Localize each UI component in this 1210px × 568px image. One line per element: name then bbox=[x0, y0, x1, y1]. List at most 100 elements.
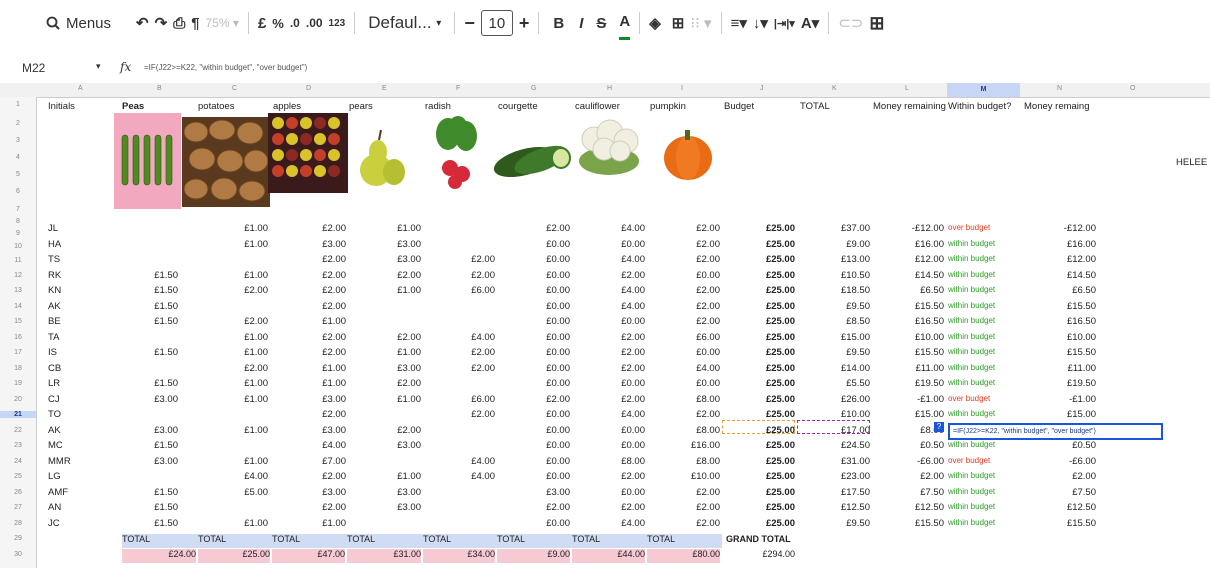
cell-cauliflower[interactable]: £8.00 bbox=[572, 456, 645, 467]
cell-pumpkin[interactable]: £2.00 bbox=[647, 239, 720, 250]
row-header[interactable]: 9 bbox=[0, 230, 36, 237]
cell-within-budget[interactable]: within budget bbox=[948, 254, 995, 263]
cell-within-budget[interactable]: over budget bbox=[948, 223, 990, 232]
cell-money-remaing[interactable]: £15.50 bbox=[1022, 301, 1096, 312]
cell-total[interactable]: £9.50 bbox=[797, 301, 870, 312]
cell-apples[interactable]: £2.00 bbox=[271, 502, 346, 513]
cell-courgette[interactable]: £3.00 bbox=[497, 487, 570, 498]
cell-money-remaing[interactable]: £15.50 bbox=[1022, 347, 1096, 358]
cell-initials[interactable]: KN bbox=[48, 285, 61, 296]
cell-courgette[interactable]: £0.00 bbox=[497, 456, 570, 467]
total-label[interactable]: TOTAL bbox=[497, 534, 572, 548]
total-label[interactable]: TOTAL bbox=[647, 534, 722, 548]
cell-within-budget[interactable]: over budget bbox=[948, 394, 990, 403]
cell-pumpkin[interactable]: £0.00 bbox=[647, 270, 720, 281]
cell-total[interactable]: £12.50 bbox=[797, 502, 870, 513]
redo-icon[interactable]: ↷ bbox=[155, 8, 168, 38]
cell-within-budget[interactable]: within budget bbox=[948, 363, 995, 372]
font-size-increase-button[interactable]: + bbox=[519, 8, 530, 38]
cell-money-remaing[interactable]: £7.50 bbox=[1022, 487, 1096, 498]
cell-total[interactable]: £23.00 bbox=[797, 471, 870, 482]
cell-budget[interactable]: £25.00 bbox=[722, 518, 795, 529]
cell-budget[interactable]: £25.00 bbox=[722, 285, 795, 296]
cell-radish[interactable]: £2.00 bbox=[423, 347, 495, 358]
row-header[interactable]: 12 bbox=[0, 272, 36, 279]
cell-potatoes[interactable]: £1.00 bbox=[196, 456, 268, 467]
cell-initials[interactable]: MC bbox=[48, 440, 63, 451]
cell-total[interactable]: £9.50 bbox=[797, 347, 870, 358]
cell-initials[interactable]: HA bbox=[48, 239, 61, 250]
column-header-b[interactable]: B bbox=[157, 85, 162, 92]
cell-cauliflower[interactable]: £0.00 bbox=[572, 378, 645, 389]
cell-cauliflower[interactable]: £0.00 bbox=[572, 425, 645, 436]
cell-budget[interactable]: £25.00 bbox=[722, 332, 795, 343]
row-header[interactable]: 18 bbox=[0, 365, 36, 372]
cell-radish[interactable]: £2.00 bbox=[423, 363, 495, 374]
row-header[interactable]: 11 bbox=[0, 257, 36, 264]
total-label[interactable]: TOTAL bbox=[198, 534, 272, 548]
cell-money-remaing[interactable]: £10.00 bbox=[1022, 332, 1096, 343]
cell-pears[interactable]: £2.00 bbox=[347, 270, 421, 281]
cell-budget[interactable]: £25.00 bbox=[722, 378, 795, 389]
cell-budget[interactable]: £25.00 bbox=[722, 254, 795, 265]
cell-money-remaing[interactable]: -£12.00 bbox=[1022, 223, 1096, 234]
cell-budget[interactable]: £25.00 bbox=[722, 316, 795, 327]
cell-initials[interactable]: LG bbox=[48, 471, 61, 482]
cell-pears[interactable]: £1.00 bbox=[347, 285, 421, 296]
cell-courgette[interactable]: £0.00 bbox=[497, 239, 570, 250]
header-pears[interactable]: pears bbox=[349, 101, 373, 112]
cell-peas[interactable]: £1.50 bbox=[120, 440, 178, 451]
cell-pumpkin[interactable]: £8.00 bbox=[647, 394, 720, 405]
row-header[interactable]: 7 bbox=[0, 206, 36, 213]
cell-potatoes[interactable]: £1.00 bbox=[196, 394, 268, 405]
total-label[interactable]: TOTAL bbox=[272, 534, 347, 548]
cell-courgette[interactable]: £0.00 bbox=[497, 378, 570, 389]
cell-cauliflower[interactable]: £4.00 bbox=[572, 301, 645, 312]
cell-budget[interactable]: £25.00 bbox=[722, 394, 795, 405]
cell-money-remaing[interactable]: £6.50 bbox=[1022, 285, 1096, 296]
cell-pears[interactable]: £2.00 bbox=[347, 425, 421, 436]
cell-apples[interactable]: £2.00 bbox=[271, 285, 346, 296]
header-money-remaining[interactable]: Money remaining bbox=[873, 101, 947, 112]
cell-potatoes[interactable]: £1.00 bbox=[196, 347, 268, 358]
cell-courgette[interactable]: £0.00 bbox=[497, 347, 570, 358]
cell-apples[interactable]: £3.00 bbox=[271, 394, 346, 405]
cell-courgette[interactable]: £0.00 bbox=[497, 440, 570, 451]
font-size-input[interactable]: 10 bbox=[480, 10, 513, 36]
row-header[interactable]: 8 bbox=[0, 218, 36, 225]
total-value-pears[interactable]: £31.00 bbox=[347, 549, 421, 563]
header-potatoes[interactable]: potatoes bbox=[198, 101, 234, 112]
paint-format-icon[interactable]: ¶ bbox=[191, 8, 199, 38]
cell-potatoes[interactable]: £1.00 bbox=[196, 332, 268, 343]
cell-peas[interactable]: £1.50 bbox=[120, 378, 178, 389]
cell-pears[interactable]: £1.00 bbox=[347, 223, 421, 234]
cell-money-remaing[interactable]: -£1.00 bbox=[1022, 394, 1096, 405]
cell-within-budget[interactable]: within budget bbox=[948, 285, 995, 294]
cell-courgette[interactable]: £0.00 bbox=[497, 254, 570, 265]
total-value-pumpkin[interactable]: £80.00 bbox=[647, 549, 720, 563]
cell-courgette[interactable]: £0.00 bbox=[497, 409, 570, 420]
zoom-select[interactable]: 75% ▾ bbox=[206, 8, 239, 38]
cell-courgette[interactable]: £2.00 bbox=[497, 394, 570, 405]
cell-pumpkin[interactable]: £10.00 bbox=[647, 471, 720, 482]
total-label[interactable]: TOTAL bbox=[572, 534, 647, 548]
cell-apples[interactable]: £2.00 bbox=[271, 347, 346, 358]
cell-money-remaining[interactable]: £12.50 bbox=[872, 502, 944, 513]
font-size-decrease-button[interactable]: − bbox=[464, 8, 475, 38]
cell-money-remaining[interactable]: £15.50 bbox=[872, 347, 944, 358]
row-header[interactable]: 5 bbox=[0, 171, 36, 178]
cell-initials[interactable]: CB bbox=[48, 363, 61, 374]
cell-total[interactable]: £9.50 bbox=[797, 518, 870, 529]
header-budget[interactable]: Budget bbox=[724, 101, 754, 112]
cell-money-remaing[interactable]: £16.00 bbox=[1022, 239, 1096, 250]
cell-money-remaing[interactable]: £2.00 bbox=[1022, 471, 1096, 482]
cell-pears[interactable]: £3.00 bbox=[347, 440, 421, 451]
cell-pears[interactable]: £2.00 bbox=[347, 332, 421, 343]
cell-cauliflower[interactable]: £4.00 bbox=[572, 254, 645, 265]
cell-apples[interactable]: £2.00 bbox=[271, 301, 346, 312]
cell-potatoes[interactable]: £2.00 bbox=[196, 285, 268, 296]
total-label[interactable]: TOTAL bbox=[122, 534, 198, 548]
cell-within-budget[interactable]: within budget bbox=[948, 440, 995, 449]
cell-initials[interactable]: LR bbox=[48, 378, 60, 389]
cell-peas[interactable]: £3.00 bbox=[120, 394, 178, 405]
